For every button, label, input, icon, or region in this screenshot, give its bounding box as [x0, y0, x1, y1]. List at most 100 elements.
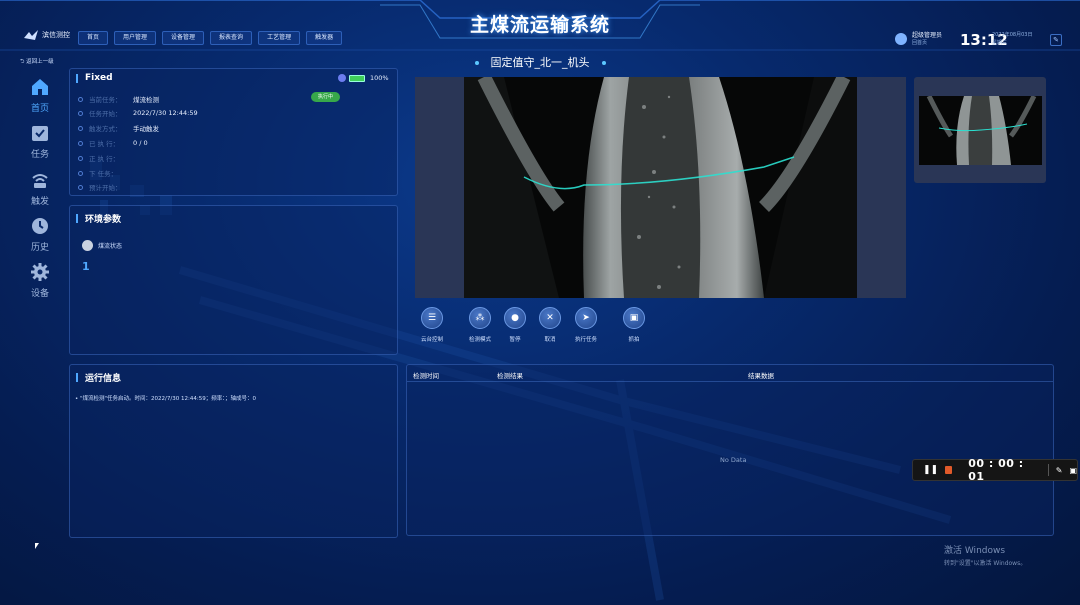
sidebar-item-trigger[interactable]: 触发	[24, 171, 56, 207]
task-check-icon	[32, 126, 48, 141]
info-key: 触发方式：	[89, 125, 122, 133]
watermark-line2: 转到"设置"以激活 Windows。	[944, 560, 1027, 567]
recorder-time: 00 : 00 : 01	[968, 457, 1024, 483]
sidebar-item-history[interactable]: 历史	[24, 217, 56, 253]
date-text: 2022年08月03日	[992, 32, 1033, 38]
sidebar-item-task[interactable]: 任务	[24, 124, 56, 160]
log-text: "煤流检测"任务启动。时间：2022/7/30 12:44:59；频率：；轴成号…	[80, 396, 256, 402]
subtitle-text: 固定值守_北一_机头	[490, 56, 590, 69]
control-ptz[interactable]: ☰ 云台控制	[412, 307, 452, 343]
info-row: 下 任务：	[78, 168, 133, 178]
divider	[1047, 464, 1049, 476]
column-header: 结果数据	[748, 372, 774, 380]
navigate-icon[interactable]: ➤	[575, 307, 597, 329]
info-value: 0 / 0	[133, 139, 148, 147]
sensor-value: 1	[82, 260, 90, 273]
info-row: 已 执 行： 0 / 0	[78, 138, 148, 148]
pen-icon[interactable]: ✎	[1056, 466, 1063, 475]
accent-bar	[76, 213, 78, 223]
home-icon	[32, 79, 48, 95]
pause-icon[interactable]: ❚❚	[923, 465, 938, 475]
dot-right-icon	[601, 61, 606, 65]
camera-icon[interactable]: ▣	[1069, 466, 1077, 475]
user-name: 超级管理员	[912, 32, 943, 39]
panel-header: 环境参数	[70, 209, 397, 227]
sidebar-label: 设备	[30, 289, 49, 299]
info-key: 正 执 行：	[89, 155, 120, 163]
log-entry: • "煤流检测"任务启动。时间：2022/7/30 12:44:59；频率：；轴…	[75, 396, 256, 402]
camera-icon[interactable]: ▣	[623, 307, 645, 329]
info-row: 正 执 行：	[78, 153, 133, 163]
info-row: 任务开始： 2022/7/30 12:44:59	[78, 108, 198, 118]
bullet-icon	[78, 155, 83, 161]
control-execute[interactable]: ➤ 执行任务	[566, 307, 606, 343]
panel-title: 环境参数	[85, 214, 122, 225]
avatar[interactable]	[895, 33, 907, 45]
stop-icon[interactable]	[945, 466, 953, 474]
sensor-label: 煤流状态	[98, 243, 123, 250]
run-info-panel: 运行信息	[69, 364, 398, 538]
status-badge: 执行中	[311, 92, 340, 102]
sliders-icon[interactable]: ☰	[421, 307, 443, 329]
accent-bar	[76, 372, 78, 382]
gear-icon	[31, 263, 49, 281]
conveyor-image	[464, 77, 857, 298]
screen-recorder-bar: ❚❚ 00 : 00 : 01 ✎ ▣	[912, 457, 1078, 483]
info-key: 当前任务：	[89, 96, 122, 104]
camera-feed[interactable]	[464, 77, 857, 298]
watermark-line1: 激活 Windows	[944, 546, 1006, 556]
control-label: 取消	[544, 337, 556, 343]
control-label: 检测模式	[468, 337, 491, 343]
sensor-item: 煤流状态	[82, 240, 122, 251]
battery-percent: 100%	[370, 74, 389, 82]
result-table	[406, 364, 1054, 536]
bullet-icon	[78, 170, 83, 176]
windows-activation-watermark: 激活 Windows 转到"设置"以激活 Windows。	[944, 543, 1026, 567]
control-label: 执行任务	[574, 337, 597, 343]
weekday-text: 星期三	[992, 40, 1008, 46]
environment-panel: 环境参数	[69, 205, 398, 355]
bullet-icon	[78, 125, 83, 131]
bullet-icon	[78, 96, 83, 102]
info-key: 任务开始：	[89, 110, 122, 118]
cancel-icon[interactable]: ✕	[539, 307, 561, 329]
panel-title: 运行信息	[85, 373, 122, 384]
verified-icon	[338, 74, 346, 82]
info-row: 预计开始：	[78, 182, 133, 192]
sidebar-item-settings[interactable]: 设备	[24, 263, 56, 299]
thumbnail-image	[926, 96, 1037, 165]
info-row: 触发方式： 手动触发	[78, 123, 159, 133]
sidebar-label: 触发	[30, 197, 49, 207]
date-block: 2022年08月03日 星期三	[992, 31, 1032, 47]
column-header: 检测结果	[497, 372, 523, 380]
sensor-icon	[82, 240, 93, 251]
bullet-icon	[78, 140, 83, 146]
control-snapshot[interactable]: ▣ 抓拍	[614, 307, 654, 343]
edit-button[interactable]: ✎	[1050, 34, 1062, 46]
control-label: 暂停	[509, 337, 521, 343]
battery-icon	[349, 75, 365, 82]
info-value: 2022/7/30 12:44:59	[133, 109, 198, 117]
info-key: 预计开始：	[89, 184, 122, 192]
info-key: 已 执 行：	[89, 140, 120, 148]
dot-left-icon	[474, 61, 479, 65]
trigger-wifi-icon	[32, 174, 48, 188]
panel-header: Fixed	[70, 69, 397, 87]
control-cancel[interactable]: ✕ 取消	[530, 307, 570, 343]
column-header: 检测时间	[413, 372, 439, 380]
pause-icon[interactable]: ●	[504, 307, 526, 329]
user-menu[interactable]: 超级管理员 回首页	[895, 32, 942, 46]
info-row: 当前任务： 煤流检测	[78, 94, 159, 104]
control-pause[interactable]: ● 暂停	[495, 307, 535, 343]
mouse-cursor-icon	[35, 543, 39, 549]
header-divider	[407, 381, 1053, 382]
user-sub-link[interactable]: 回首页	[912, 39, 942, 46]
sidebar-label: 历史	[30, 243, 49, 253]
control-detect-mode[interactable]: ⁂ 检测模式	[460, 307, 500, 343]
clock-icon	[32, 218, 48, 234]
info-value: 煤流检测	[133, 96, 159, 104]
sidebar-item-home[interactable]: 首页	[24, 78, 56, 114]
camera-thumbnail[interactable]	[919, 96, 1042, 165]
mode-icon[interactable]: ⁂	[469, 307, 491, 329]
sidebar-label: 首页	[30, 104, 49, 114]
